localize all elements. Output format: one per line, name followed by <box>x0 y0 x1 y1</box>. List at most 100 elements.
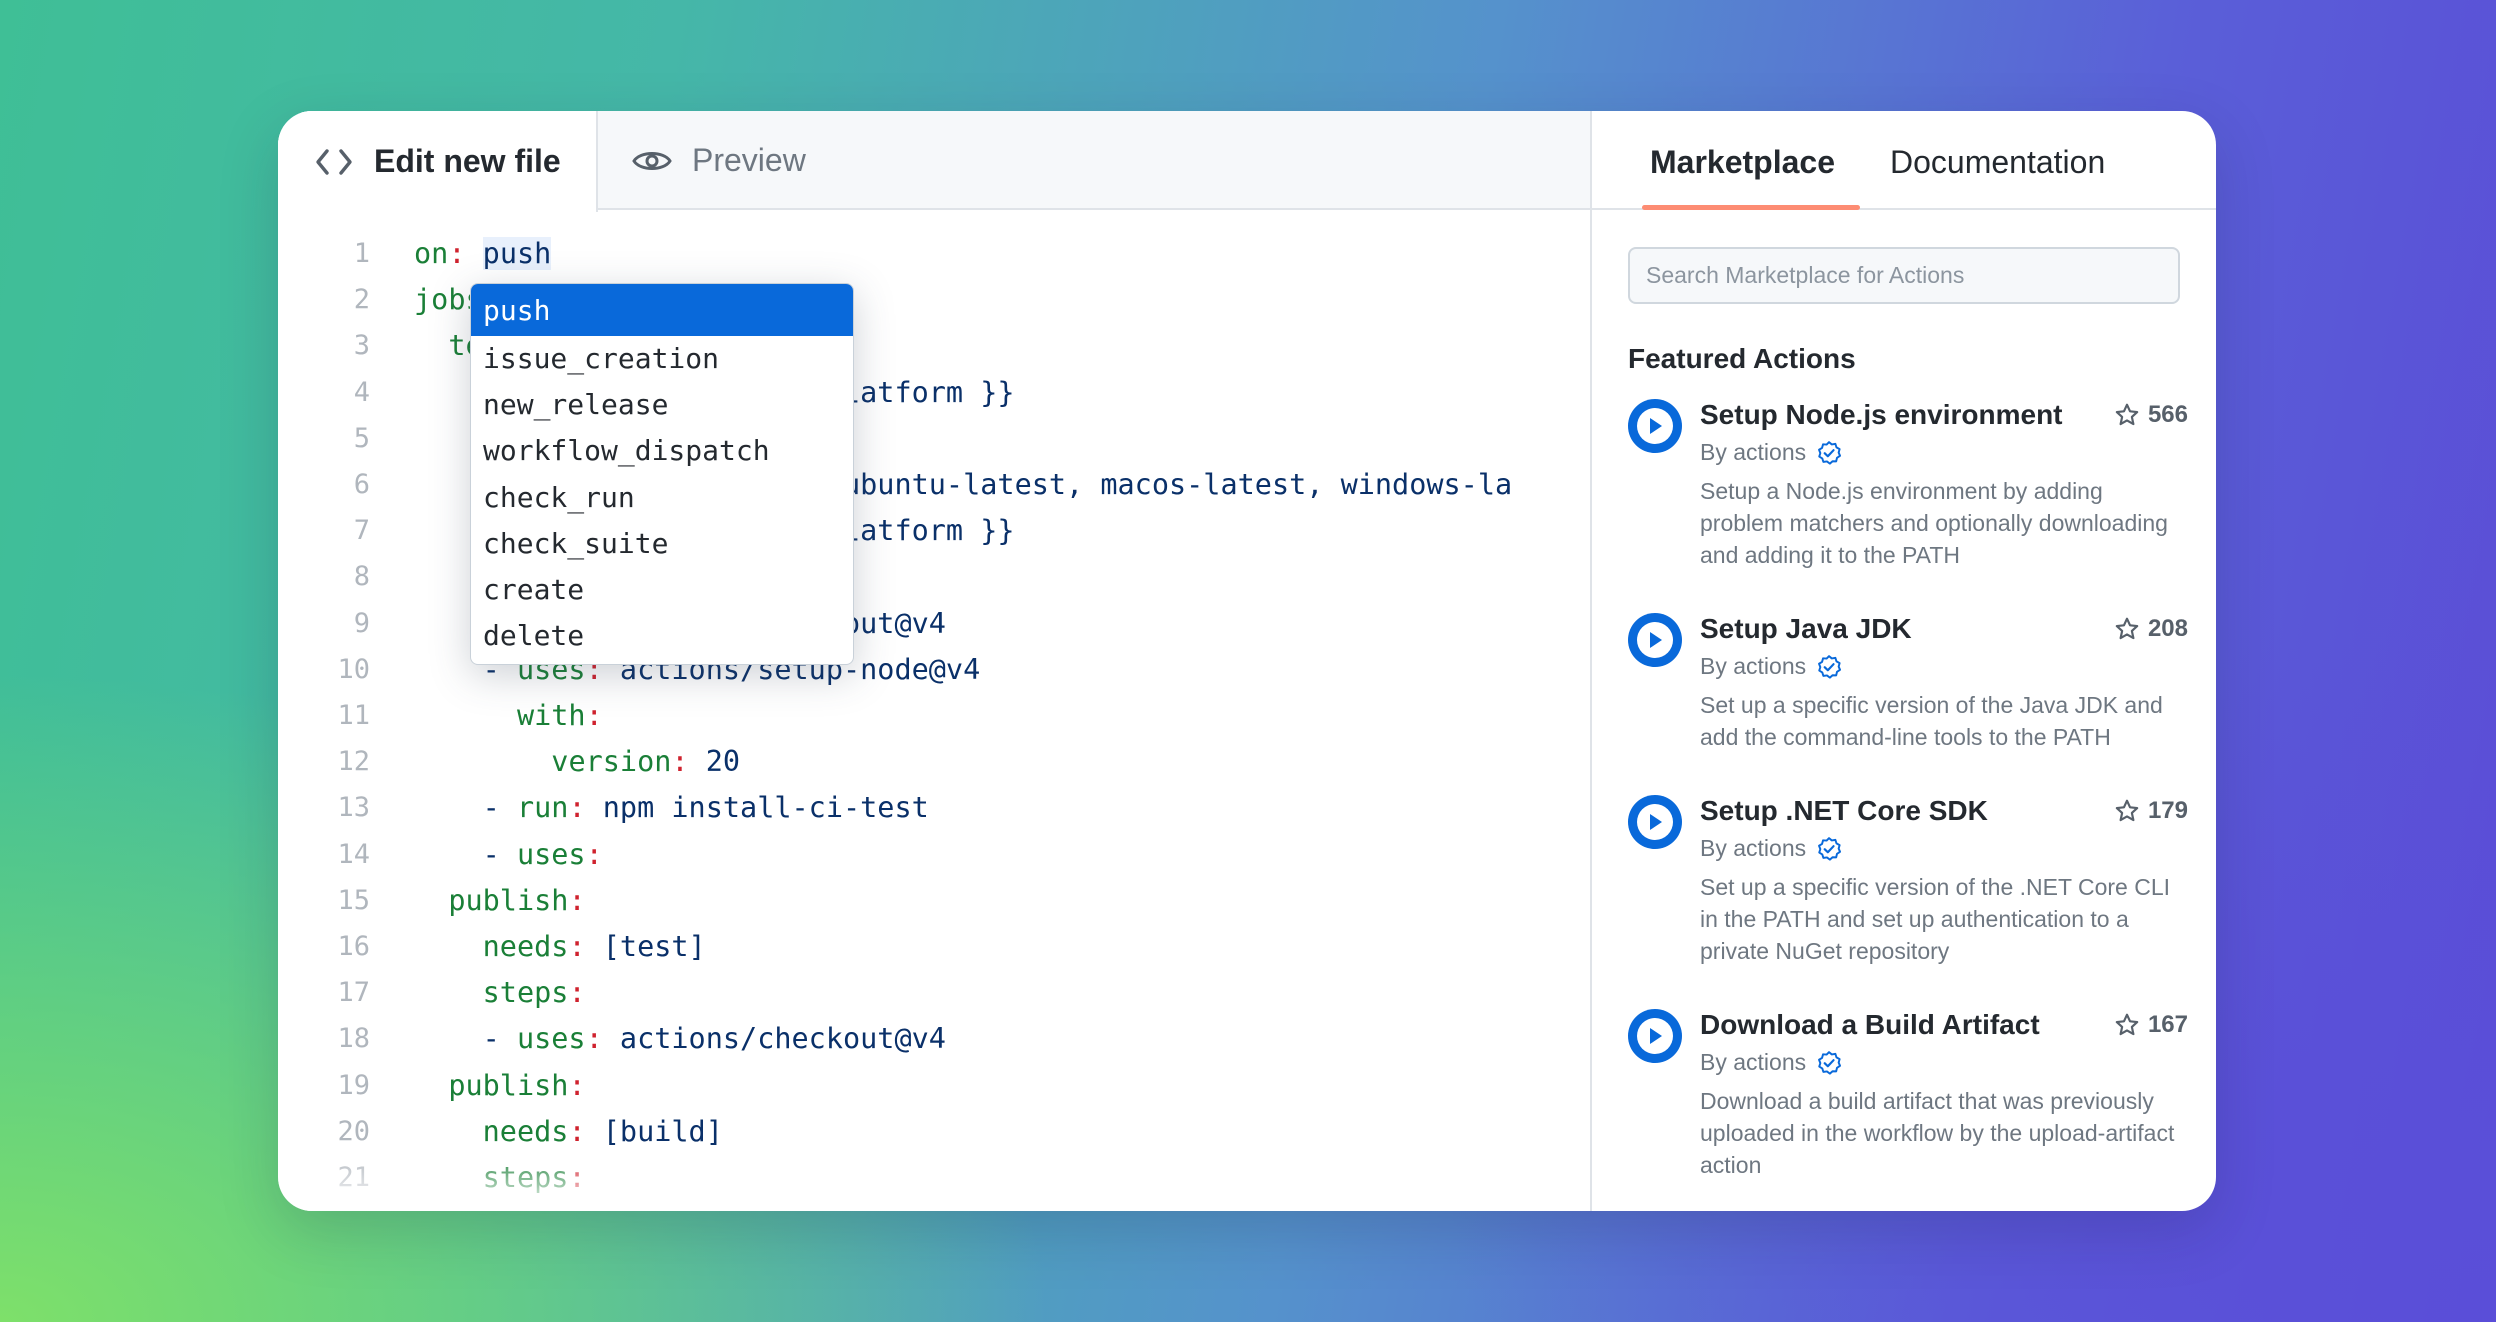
line-number: 17 <box>337 977 370 1009</box>
tab-documentation[interactable]: Documentation <box>1890 111 2105 210</box>
line-number: 20 <box>337 1115 370 1147</box>
yaml-punct: : <box>585 1022 603 1056</box>
autocomplete-item-issue-creation[interactable]: issue_creation <box>471 336 853 382</box>
author-label: By actions <box>1700 439 1807 465</box>
action-title[interactable]: Setup Node.js environment <box>1700 399 2063 431</box>
yaml-value: npm install-ci-test <box>585 791 929 825</box>
yaml-value <box>414 930 483 963</box>
autocomplete-item-check-suite[interactable]: check_suite <box>471 521 853 567</box>
yaml-value <box>414 699 517 732</box>
line-number: 6 <box>353 469 370 500</box>
line-text: - uses: <box>414 832 603 878</box>
action-author: By actions <box>1700 835 1842 862</box>
action-title[interactable]: Setup .NET Core SDK <box>1700 795 1988 827</box>
action-stars: 208 <box>2114 615 2188 643</box>
line-number: 5 <box>353 422 370 454</box>
play-icon <box>1628 1009 1682 1063</box>
yaml-punct: : <box>568 1068 586 1102</box>
line-number: 2 <box>353 284 370 316</box>
marketplace-search-input[interactable] <box>1628 247 2180 304</box>
tab-preview[interactable]: Preview <box>632 111 806 210</box>
line-text: publish: <box>414 1063 586 1109</box>
line-text: needs: [test] <box>414 924 706 970</box>
yaml-value <box>466 237 483 270</box>
code-icon <box>314 142 354 182</box>
star-icon <box>2114 1012 2140 1038</box>
yaml-value: [test] <box>585 930 706 963</box>
line-number: 4 <box>353 376 370 408</box>
line-text: steps: <box>414 970 586 1016</box>
line-number: 18 <box>337 1023 370 1055</box>
author-label: By actions <box>1700 835 1807 861</box>
verified-icon <box>1816 440 1842 466</box>
autocomplete-item-delete[interactable]: delete <box>471 613 853 659</box>
autocomplete-item-workflow-dispatch[interactable]: workflow_dispatch <box>471 428 853 474</box>
yaml-key: publish <box>448 883 569 917</box>
line-number: 14 <box>337 838 370 870</box>
action-description: Download a build artifact that was previ… <box>1700 1088 2175 1178</box>
verified-icon <box>1816 654 1842 680</box>
featured-action-card[interactable]: Setup .NET Core SDK 179 By actions Set up a… <box>1628 795 2188 985</box>
author-label: By actions <box>1700 653 1807 679</box>
yaml-key: needs <box>482 1114 569 1148</box>
autocomplete-item-check-run[interactable]: check_run <box>471 475 853 521</box>
action-stars: 179 <box>2114 797 2188 825</box>
verified-icon <box>1816 1050 1842 1076</box>
tab-edit-label: Edit new file <box>374 143 561 179</box>
editor-window: Edit new file Preview 1on: push2jobs:3 t… <box>278 111 2216 1211</box>
verified-icon <box>1816 836 1842 862</box>
action-author: By actions <box>1700 439 1842 466</box>
line-text: on: push <box>414 231 552 277</box>
action-description: Set up a specific version of the Java JD… <box>1700 692 2163 750</box>
featured-actions-heading: Featured Actions <box>1628 343 1856 374</box>
autocomplete-item-new-release[interactable]: new_release <box>471 382 853 428</box>
yaml-value <box>414 884 448 917</box>
yaml-value <box>414 745 551 778</box>
line-text: version: 20 <box>414 739 740 785</box>
tab-preview-label: Preview <box>692 142 806 178</box>
autocomplete-dropdown: push issue_creation new_release workflow_di… <box>470 283 854 665</box>
yaml-key: uses <box>516 837 586 871</box>
autocomplete-item-create[interactable]: create <box>471 567 853 613</box>
featured-action-card[interactable]: Setup Java JDK 208 By actions Set up a spec… <box>1628 613 2188 803</box>
featured-action-card[interactable]: Setup Node.js environment 566 By actions Se… <box>1628 399 2188 589</box>
line-number: 9 <box>353 607 370 639</box>
yaml-value: - <box>414 791 517 825</box>
line-number: 19 <box>337 1069 370 1101</box>
tab-edit-new-file[interactable]: Edit new file <box>278 111 598 212</box>
yaml-value <box>414 1069 448 1102</box>
featured-action-card[interactable]: Download a Build Artifact 167 By actions Do… <box>1628 1009 2188 1199</box>
line-text: - run: npm install-ci-test <box>414 785 929 831</box>
editor-pane: Edit new file Preview 1on: push2jobs:3 t… <box>278 111 1590 1211</box>
yaml-punct: : <box>568 976 586 1010</box>
star-count: 179 <box>2147 797 2188 824</box>
yaml-punct: : <box>568 791 586 825</box>
autocomplete-item-push[interactable]: push <box>471 284 853 336</box>
play-icon <box>1628 795 1682 849</box>
active-tab-underline <box>1642 205 1860 210</box>
line-number: 1 <box>353 238 370 269</box>
star-icon <box>2114 798 2140 824</box>
line-number: 8 <box>353 561 370 593</box>
yaml-value: [build] <box>585 1114 723 1148</box>
line-text: with: <box>414 693 603 739</box>
action-author: By actions <box>1700 653 1842 680</box>
yaml-punct: : <box>568 883 586 917</box>
tab-marketplace[interactable]: Marketplace <box>1650 111 1835 210</box>
play-icon <box>1628 613 1682 667</box>
line-number: 3 <box>353 330 370 362</box>
yaml-punct: : <box>585 837 603 871</box>
action-title[interactable]: Setup Java JDK <box>1700 613 1912 645</box>
yaml-value: - <box>414 1022 517 1056</box>
star-icon <box>2114 402 2140 428</box>
line-number: 13 <box>337 792 370 824</box>
action-title[interactable]: Download a Build Artifact <box>1700 1009 2040 1041</box>
editor-tabbar: Edit new file Preview <box>278 111 1590 212</box>
line-number: 10 <box>337 653 370 685</box>
star-count: 208 <box>2147 615 2188 642</box>
highlighted-token: push <box>482 237 552 270</box>
star-count: 566 <box>2147 401 2188 428</box>
line-number: 15 <box>337 884 370 916</box>
yaml-punct: : <box>568 1114 586 1148</box>
star-icon <box>2114 616 2140 642</box>
